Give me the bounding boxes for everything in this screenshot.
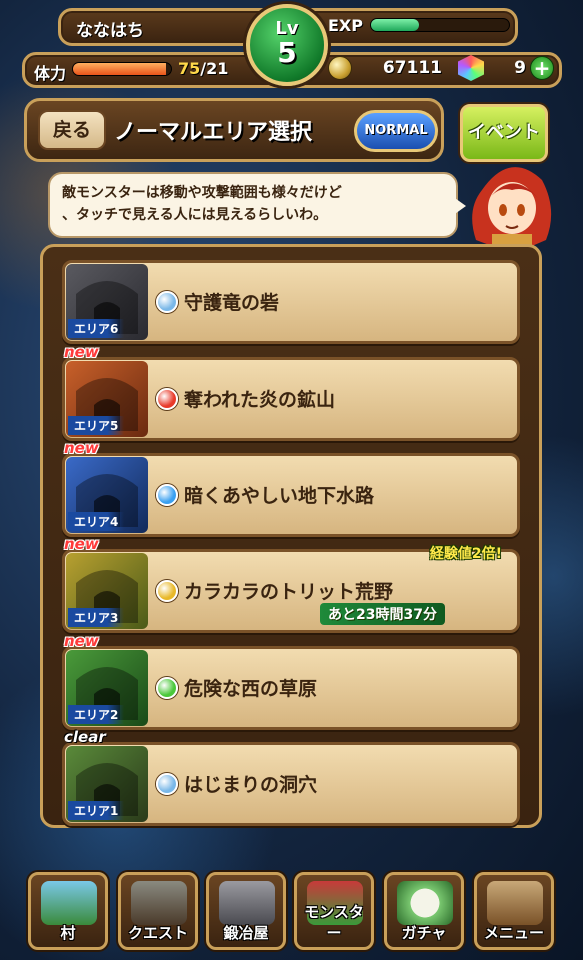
element-icon bbox=[156, 677, 178, 699]
area-thumbnail: エリア2 bbox=[66, 650, 148, 726]
gem-count: 9 bbox=[514, 58, 526, 78]
clear-badge: clear bbox=[64, 728, 106, 746]
hint-line-1: 敵モンスターは移動や攻撃範囲も様々だけど bbox=[62, 185, 342, 201]
area-number-tag: エリア4 bbox=[68, 512, 125, 531]
area-number-tag: エリア1 bbox=[68, 801, 125, 820]
area-name: 守護竜の砦 bbox=[184, 292, 280, 314]
nav-label: 鍛冶屋 bbox=[223, 924, 269, 942]
area-name: 危険な西の草原 bbox=[184, 678, 318, 700]
nav-icon bbox=[131, 881, 187, 925]
element-icon bbox=[156, 484, 178, 506]
nav-icon bbox=[487, 881, 543, 925]
nav-icon bbox=[397, 881, 453, 925]
bottom-nav: 村 クエスト 鍛冶屋 モンスターガチャ メニュー bbox=[0, 868, 583, 960]
hint-bubble: 敵モンスターは移動や攻撃範囲も様々だけど 、タッチで見える人には見えるらしいわ。 bbox=[48, 172, 458, 238]
buy-gems-button[interactable]: + bbox=[530, 56, 554, 80]
page-title: ノーマルエリア選択 bbox=[114, 120, 313, 145]
exp-label: EXP bbox=[328, 16, 363, 35]
area-row[interactable]: エリア4 暗くあやしい地下水路 new bbox=[62, 439, 520, 537]
stamina-bar bbox=[72, 62, 172, 76]
level-number: 5 bbox=[277, 36, 297, 69]
bonus-timer: あと23時間37分 bbox=[320, 603, 445, 625]
area-row[interactable]: エリア1 はじまりの洞穴 clear bbox=[62, 728, 520, 826]
player-name: ななはち bbox=[76, 21, 144, 41]
area-row[interactable]: エリア6 守護竜の砦 bbox=[62, 260, 520, 344]
hint-line-2: 、タッチで見える人には見えるらしいわ。 bbox=[62, 207, 328, 223]
quest-nav-button[interactable]: クエスト bbox=[118, 872, 198, 950]
back-button[interactable]: 戻る bbox=[38, 110, 106, 150]
new-badge: new bbox=[64, 632, 99, 650]
area-number-tag: エリア5 bbox=[68, 416, 125, 435]
stamina-value: 75/21 bbox=[178, 59, 228, 78]
area-name: 暗くあやしい地下水路 bbox=[184, 485, 375, 507]
monster-nav-button[interactable]: モンスター bbox=[294, 872, 374, 950]
area-thumbnail: エリア4 bbox=[66, 457, 148, 533]
area-name: カラカラのトリット荒野 bbox=[184, 581, 394, 603]
area-thumbnail: エリア1 bbox=[66, 746, 148, 822]
nav-label: クエスト bbox=[127, 924, 188, 942]
element-icon bbox=[156, 388, 178, 410]
menu-nav-button[interactable]: メニュー bbox=[474, 872, 554, 950]
blacksmith-nav-button[interactable]: 鍛冶屋 bbox=[206, 872, 286, 950]
element-icon bbox=[156, 773, 178, 795]
area-row[interactable]: エリア5 奪われた炎の鉱山 new bbox=[62, 343, 520, 441]
nav-label: 村 bbox=[60, 924, 76, 942]
element-icon bbox=[156, 291, 178, 313]
area-number-tag: エリア3 bbox=[68, 608, 125, 627]
area-row[interactable]: エリア3 カラカラのトリット荒野 new 経験値2倍! あと23時間37分 bbox=[62, 535, 520, 633]
exp-bonus-label: 経験値2倍! bbox=[429, 546, 502, 562]
stamina-label: 体力 bbox=[34, 64, 67, 83]
exp-bar-fill bbox=[371, 19, 420, 31]
guide-character-portrait bbox=[472, 167, 552, 248]
area-row[interactable]: エリア2 危険な西の草原 new bbox=[62, 632, 520, 730]
nav-icon bbox=[219, 881, 275, 925]
area-thumbnail: エリア3 bbox=[66, 553, 148, 629]
area-thumbnail: エリア6 bbox=[66, 264, 148, 340]
new-badge: new bbox=[64, 439, 99, 457]
nav-label: ガチャ bbox=[401, 924, 447, 942]
area-name: はじまりの洞穴 bbox=[184, 774, 318, 796]
area-name: 奪われた炎の鉱山 bbox=[184, 389, 336, 411]
stamina-bar-fill bbox=[73, 63, 167, 75]
new-badge: new bbox=[64, 535, 99, 553]
coin-icon bbox=[328, 56, 352, 80]
level-badge: Lv 5 bbox=[246, 4, 328, 86]
element-icon bbox=[156, 580, 178, 602]
stamina-current: 75 bbox=[178, 59, 201, 78]
nav-icon bbox=[41, 881, 97, 925]
exp-bar bbox=[370, 18, 510, 32]
village-nav-button[interactable]: 村 bbox=[28, 872, 108, 950]
area-thumbnail: エリア5 bbox=[66, 361, 148, 437]
new-badge: new bbox=[64, 343, 99, 361]
nav-label: メニュー bbox=[483, 924, 544, 942]
coin-count: 67111 bbox=[382, 58, 442, 78]
gacha-nav-button[interactable]: ガチャ bbox=[384, 872, 464, 950]
stamina-max: /21 bbox=[200, 59, 229, 78]
mode-toggle-button[interactable]: NORMAL bbox=[354, 110, 438, 152]
area-number-tag: エリア2 bbox=[68, 705, 125, 724]
area-number-tag: エリア6 bbox=[68, 319, 125, 338]
nav-label: モンスター bbox=[304, 903, 364, 942]
